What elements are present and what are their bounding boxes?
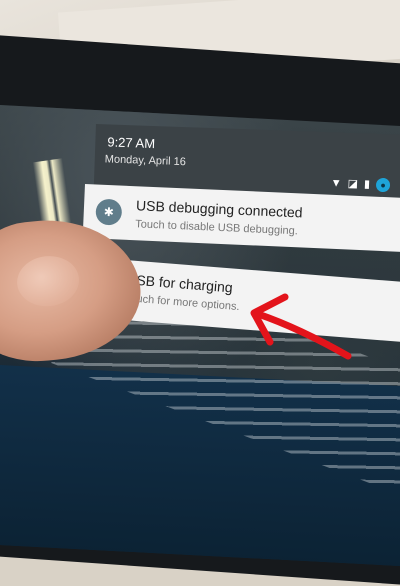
account-icon[interactable]: ● — [375, 177, 391, 193]
notification-subtitle: Touch to disable USB debugging. — [135, 218, 299, 238]
android-debug-icon: ✱ — [95, 198, 123, 226]
fingernail — [14, 253, 82, 310]
date[interactable]: Monday, April 16 — [105, 153, 186, 168]
wifi-icon: ▼ — [330, 177, 342, 190]
clock: 9:27 AM — [107, 134, 156, 152]
notification-title: USB debugging connected — [135, 197, 303, 221]
battery-icon: ▮ — [363, 178, 371, 191]
status-icons: ▼ ◪ ▮ ● — [330, 176, 391, 193]
notification-title: USB for charging — [125, 271, 234, 296]
notification-subtitle: Touch for more options. — [124, 292, 241, 314]
no-sim-icon: ◪ — [347, 177, 359, 191]
